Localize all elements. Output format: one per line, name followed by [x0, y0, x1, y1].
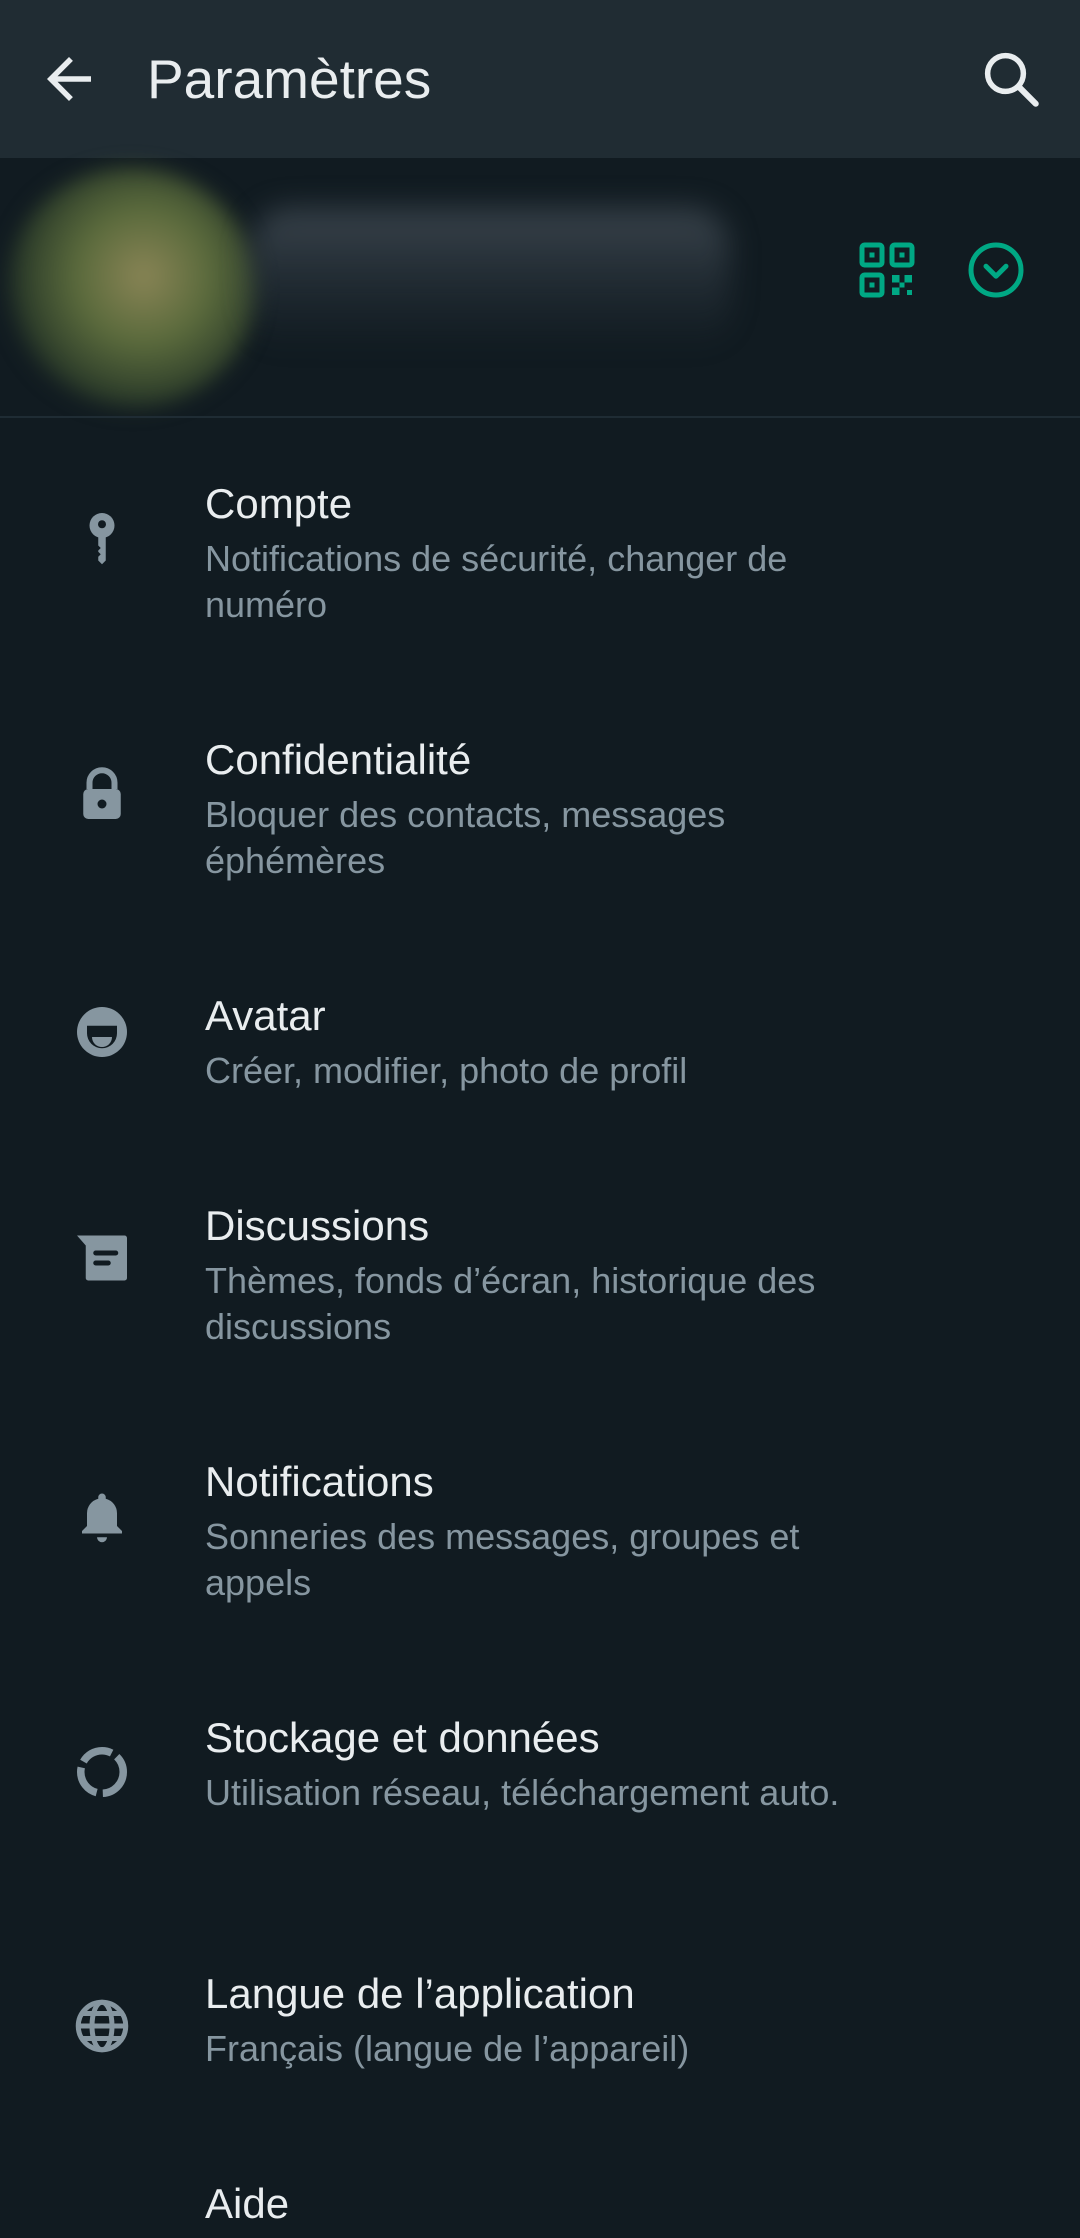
divider — [0, 416, 1080, 418]
item-description: Utilisation réseau, téléchargement auto. — [205, 1772, 840, 1813]
settings-item-aide[interactable]: Aide — [0, 2178, 1080, 2238]
item-description: Thèmes, fonds d’écran, historique des di… — [205, 1260, 816, 1347]
globe-icon — [75, 1999, 129, 2053]
qr-code-icon[interactable] — [857, 240, 917, 300]
avatar-icon — [77, 1007, 127, 1057]
item-label: Langue de l’application — [205, 1970, 635, 2017]
item-label: Stockage et données — [205, 1714, 600, 1761]
chat-icon — [77, 1235, 127, 1281]
settings-item-avatar[interactable]: Avatar Créer, modifier, photo de profil — [0, 990, 1080, 1150]
item-label: Notifications — [205, 1458, 434, 1505]
settings-item-stockage[interactable]: Stockage et données Utilisation réseau, … — [0, 1712, 1080, 1912]
settings-item-notifications[interactable]: Notifications Sonneries des messages, gr… — [0, 1456, 1080, 1656]
chevron-down-circle-icon[interactable] — [966, 240, 1026, 300]
item-label: Discussions — [205, 1202, 430, 1249]
storage-icon — [77, 1747, 127, 1797]
page-title: Paramètres — [147, 48, 432, 110]
bell-icon — [82, 1493, 122, 1543]
profile-name-redacted — [250, 208, 730, 348]
item-description: Français (langue de l’appareil) — [205, 2028, 690, 2069]
settings-item-discussions[interactable]: Discussions Thèmes, fonds d’écran, histo… — [0, 1200, 1080, 1400]
back-arrow-icon[interactable] — [36, 46, 102, 112]
item-description: Créer, modifier, photo de profil — [205, 1050, 688, 1091]
settings-item-confidentialite[interactable]: Confidentialité Bloquer des contacts, me… — [0, 734, 1080, 934]
item-description: Sonneries des messages, groupes et appel… — [205, 1516, 800, 1603]
item-label: Compte — [205, 480, 353, 527]
key-icon — [89, 513, 115, 565]
item-label: Aide — [205, 2180, 290, 2227]
lock-icon — [83, 767, 121, 819]
item-description: Bloquer des contacts, messages éphémères — [205, 794, 726, 881]
search-icon[interactable] — [978, 46, 1044, 112]
profile-card[interactable] — [0, 158, 1080, 418]
settings-item-langue[interactable]: Langue de l’application Français (langue… — [0, 1968, 1080, 2128]
item-label: Confidentialité — [205, 736, 472, 783]
item-label: Avatar — [205, 992, 326, 1039]
settings-item-compte[interactable]: Compte Notifications de sécurité, change… — [0, 478, 1080, 678]
app-bar: Paramètres — [0, 0, 1080, 158]
item-description: Notifications de sécurité, changer de nu… — [205, 538, 788, 625]
profile-avatar[interactable] — [6, 168, 256, 408]
